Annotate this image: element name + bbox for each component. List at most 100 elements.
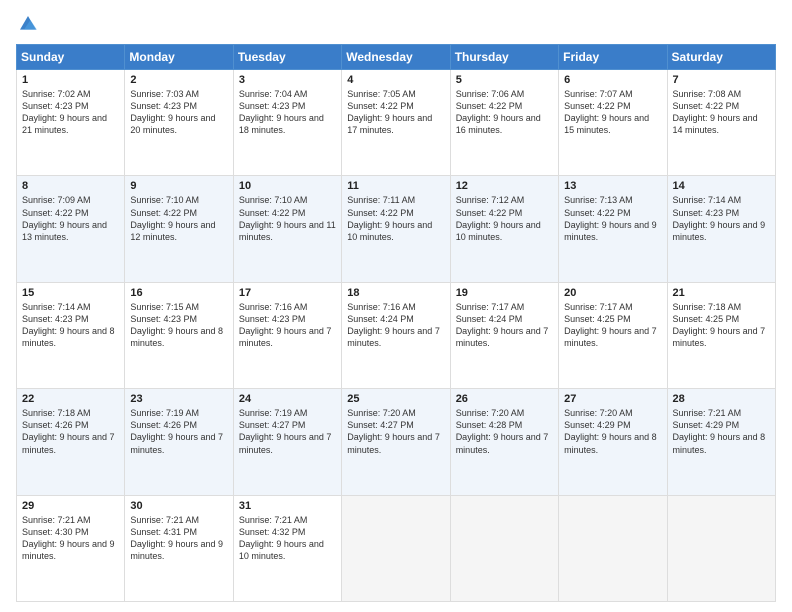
- day-info: Sunrise: 7:15 AMSunset: 4:23 PMDaylight:…: [130, 301, 227, 350]
- day-number: 3: [239, 74, 336, 86]
- day-info: Sunrise: 7:16 AMSunset: 4:23 PMDaylight:…: [239, 301, 336, 350]
- day-number: 24: [239, 393, 336, 405]
- weekday-header-sunday: Sunday: [17, 45, 125, 70]
- calendar-day-cell: 24 Sunrise: 7:19 AMSunset: 4:27 PMDaylig…: [233, 389, 341, 495]
- day-number: 5: [456, 74, 553, 86]
- day-number: 25: [347, 393, 444, 405]
- calendar-day-cell: 6 Sunrise: 7:07 AMSunset: 4:22 PMDayligh…: [559, 70, 667, 176]
- calendar-day-cell: 19 Sunrise: 7:17 AMSunset: 4:24 PMDaylig…: [450, 282, 558, 388]
- calendar-week-row: 8 Sunrise: 7:09 AMSunset: 4:22 PMDayligh…: [17, 176, 776, 282]
- day-info: Sunrise: 7:03 AMSunset: 4:23 PMDaylight:…: [130, 88, 227, 137]
- day-number: 1: [22, 74, 119, 86]
- calendar-day-cell: 28 Sunrise: 7:21 AMSunset: 4:29 PMDaylig…: [667, 389, 775, 495]
- day-info: Sunrise: 7:05 AMSunset: 4:22 PMDaylight:…: [347, 88, 444, 137]
- day-info: Sunrise: 7:16 AMSunset: 4:24 PMDaylight:…: [347, 301, 444, 350]
- day-number: 29: [22, 500, 119, 512]
- day-number: 14: [673, 180, 770, 192]
- calendar-day-cell: 26 Sunrise: 7:20 AMSunset: 4:28 PMDaylig…: [450, 389, 558, 495]
- day-number: 7: [673, 74, 770, 86]
- day-info: Sunrise: 7:09 AMSunset: 4:22 PMDaylight:…: [22, 194, 119, 243]
- day-number: 10: [239, 180, 336, 192]
- day-info: Sunrise: 7:13 AMSunset: 4:22 PMDaylight:…: [564, 194, 661, 243]
- day-info: Sunrise: 7:19 AMSunset: 4:27 PMDaylight:…: [239, 407, 336, 456]
- header: [16, 12, 776, 36]
- day-number: 8: [22, 180, 119, 192]
- day-number: 16: [130, 287, 227, 299]
- day-number: 30: [130, 500, 227, 512]
- calendar-day-cell: 25 Sunrise: 7:20 AMSunset: 4:27 PMDaylig…: [342, 389, 450, 495]
- day-info: Sunrise: 7:19 AMSunset: 4:26 PMDaylight:…: [130, 407, 227, 456]
- calendar-day-cell: 8 Sunrise: 7:09 AMSunset: 4:22 PMDayligh…: [17, 176, 125, 282]
- day-info: Sunrise: 7:18 AMSunset: 4:25 PMDaylight:…: [673, 301, 770, 350]
- calendar-day-cell: 10 Sunrise: 7:10 AMSunset: 4:22 PMDaylig…: [233, 176, 341, 282]
- calendar-day-cell: 23 Sunrise: 7:19 AMSunset: 4:26 PMDaylig…: [125, 389, 233, 495]
- calendar-day-cell: 21 Sunrise: 7:18 AMSunset: 4:25 PMDaylig…: [667, 282, 775, 388]
- day-info: Sunrise: 7:18 AMSunset: 4:26 PMDaylight:…: [22, 407, 119, 456]
- weekday-header-tuesday: Tuesday: [233, 45, 341, 70]
- day-info: Sunrise: 7:11 AMSunset: 4:22 PMDaylight:…: [347, 194, 444, 243]
- day-number: 4: [347, 74, 444, 86]
- calendar-day-cell: 12 Sunrise: 7:12 AMSunset: 4:22 PMDaylig…: [450, 176, 558, 282]
- weekday-header-saturday: Saturday: [667, 45, 775, 70]
- day-info: Sunrise: 7:17 AMSunset: 4:24 PMDaylight:…: [456, 301, 553, 350]
- calendar-day-cell: [559, 495, 667, 601]
- calendar-day-cell: 3 Sunrise: 7:04 AMSunset: 4:23 PMDayligh…: [233, 70, 341, 176]
- day-info: Sunrise: 7:21 AMSunset: 4:30 PMDaylight:…: [22, 514, 119, 563]
- day-number: 2: [130, 74, 227, 86]
- page: SundayMondayTuesdayWednesdayThursdayFrid…: [0, 0, 792, 612]
- day-info: Sunrise: 7:10 AMSunset: 4:22 PMDaylight:…: [239, 194, 336, 243]
- day-number: 9: [130, 180, 227, 192]
- day-number: 20: [564, 287, 661, 299]
- logo: [16, 12, 44, 36]
- day-number: 11: [347, 180, 444, 192]
- calendar-day-cell: 17 Sunrise: 7:16 AMSunset: 4:23 PMDaylig…: [233, 282, 341, 388]
- calendar-day-cell: 11 Sunrise: 7:11 AMSunset: 4:22 PMDaylig…: [342, 176, 450, 282]
- weekday-header-friday: Friday: [559, 45, 667, 70]
- calendar-day-cell: 9 Sunrise: 7:10 AMSunset: 4:22 PMDayligh…: [125, 176, 233, 282]
- day-number: 15: [22, 287, 119, 299]
- day-info: Sunrise: 7:08 AMSunset: 4:22 PMDaylight:…: [673, 88, 770, 137]
- calendar-day-cell: 16 Sunrise: 7:15 AMSunset: 4:23 PMDaylig…: [125, 282, 233, 388]
- calendar-day-cell: 15 Sunrise: 7:14 AMSunset: 4:23 PMDaylig…: [17, 282, 125, 388]
- calendar-day-cell: 30 Sunrise: 7:21 AMSunset: 4:31 PMDaylig…: [125, 495, 233, 601]
- day-number: 12: [456, 180, 553, 192]
- day-number: 18: [347, 287, 444, 299]
- day-info: Sunrise: 7:21 AMSunset: 4:29 PMDaylight:…: [673, 407, 770, 456]
- calendar-day-cell: 18 Sunrise: 7:16 AMSunset: 4:24 PMDaylig…: [342, 282, 450, 388]
- calendar-day-cell: [667, 495, 775, 601]
- day-number: 13: [564, 180, 661, 192]
- calendar-week-row: 15 Sunrise: 7:14 AMSunset: 4:23 PMDaylig…: [17, 282, 776, 388]
- day-number: 22: [22, 393, 119, 405]
- calendar-day-cell: 14 Sunrise: 7:14 AMSunset: 4:23 PMDaylig…: [667, 176, 775, 282]
- day-info: Sunrise: 7:02 AMSunset: 4:23 PMDaylight:…: [22, 88, 119, 137]
- calendar-day-cell: 5 Sunrise: 7:06 AMSunset: 4:22 PMDayligh…: [450, 70, 558, 176]
- calendar-day-cell: [342, 495, 450, 601]
- calendar-table: SundayMondayTuesdayWednesdayThursdayFrid…: [16, 44, 776, 602]
- calendar-day-cell: 20 Sunrise: 7:17 AMSunset: 4:25 PMDaylig…: [559, 282, 667, 388]
- day-info: Sunrise: 7:20 AMSunset: 4:27 PMDaylight:…: [347, 407, 444, 456]
- calendar-day-cell: 1 Sunrise: 7:02 AMSunset: 4:23 PMDayligh…: [17, 70, 125, 176]
- day-info: Sunrise: 7:04 AMSunset: 4:23 PMDaylight:…: [239, 88, 336, 137]
- day-number: 31: [239, 500, 336, 512]
- day-info: Sunrise: 7:20 AMSunset: 4:29 PMDaylight:…: [564, 407, 661, 456]
- day-number: 19: [456, 287, 553, 299]
- weekday-header-monday: Monday: [125, 45, 233, 70]
- weekday-header-thursday: Thursday: [450, 45, 558, 70]
- day-info: Sunrise: 7:14 AMSunset: 4:23 PMDaylight:…: [22, 301, 119, 350]
- calendar-day-cell: 31 Sunrise: 7:21 AMSunset: 4:32 PMDaylig…: [233, 495, 341, 601]
- day-info: Sunrise: 7:21 AMSunset: 4:31 PMDaylight:…: [130, 514, 227, 563]
- day-number: 28: [673, 393, 770, 405]
- weekday-header-wednesday: Wednesday: [342, 45, 450, 70]
- day-info: Sunrise: 7:14 AMSunset: 4:23 PMDaylight:…: [673, 194, 770, 243]
- calendar-week-row: 1 Sunrise: 7:02 AMSunset: 4:23 PMDayligh…: [17, 70, 776, 176]
- calendar-day-cell: 13 Sunrise: 7:13 AMSunset: 4:22 PMDaylig…: [559, 176, 667, 282]
- day-number: 27: [564, 393, 661, 405]
- calendar-day-cell: [450, 495, 558, 601]
- day-info: Sunrise: 7:10 AMSunset: 4:22 PMDaylight:…: [130, 194, 227, 243]
- logo-icon: [16, 12, 40, 36]
- weekday-header-row: SundayMondayTuesdayWednesdayThursdayFrid…: [17, 45, 776, 70]
- calendar-week-row: 22 Sunrise: 7:18 AMSunset: 4:26 PMDaylig…: [17, 389, 776, 495]
- day-number: 23: [130, 393, 227, 405]
- calendar-week-row: 29 Sunrise: 7:21 AMSunset: 4:30 PMDaylig…: [17, 495, 776, 601]
- day-info: Sunrise: 7:12 AMSunset: 4:22 PMDaylight:…: [456, 194, 553, 243]
